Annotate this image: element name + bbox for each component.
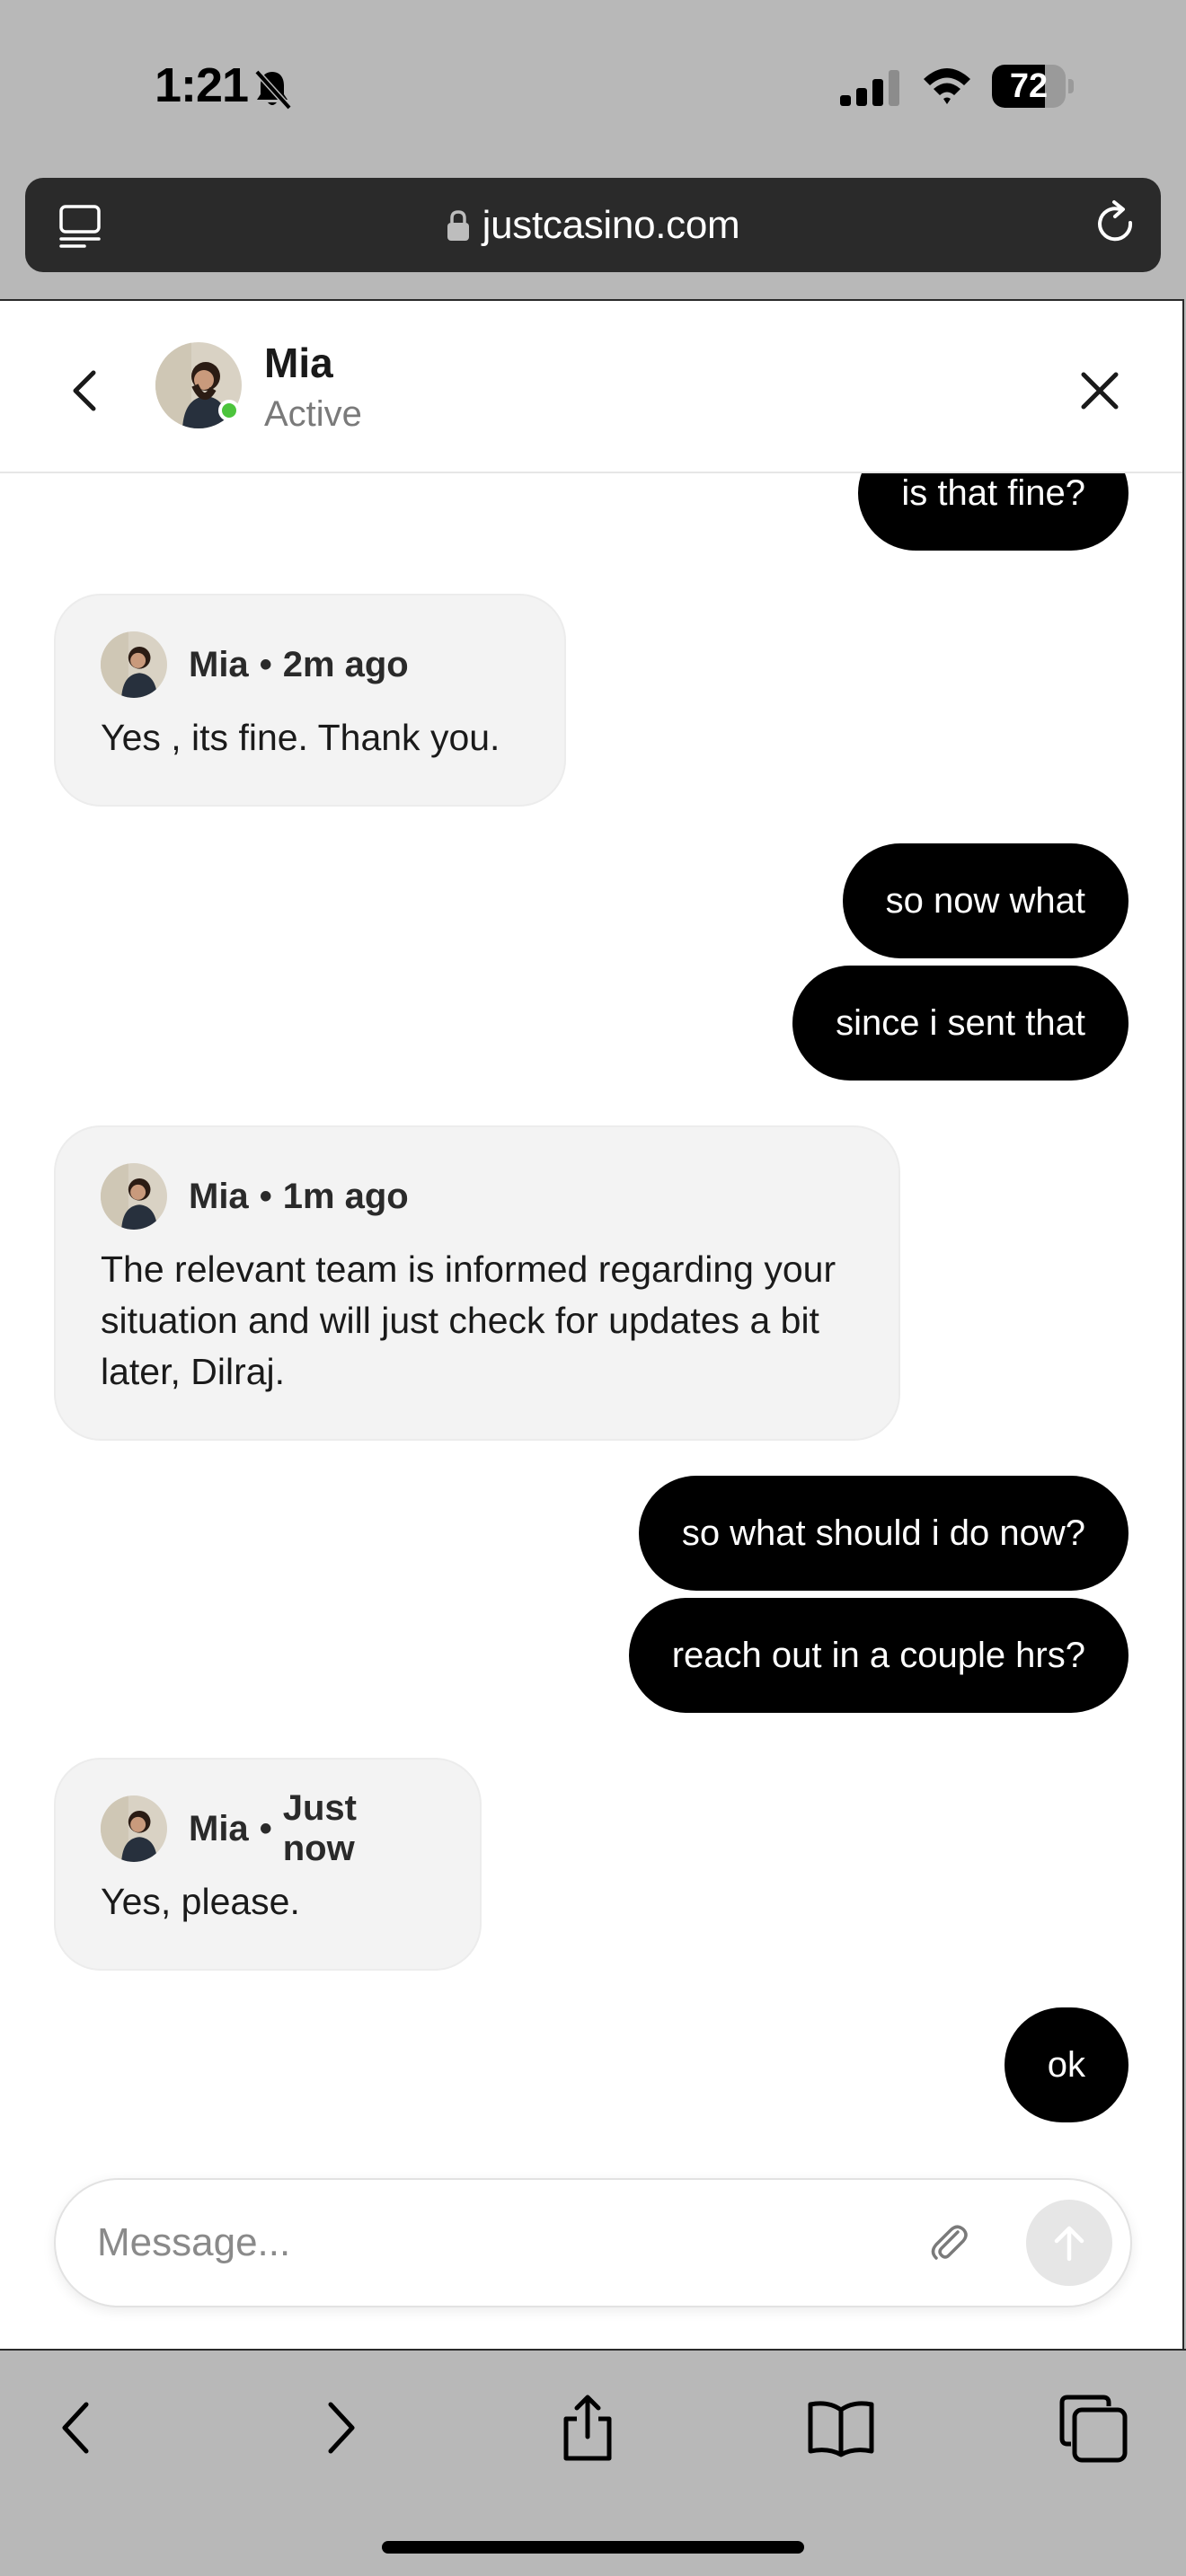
message-text: The relevant team is informed regarding … (101, 1248, 836, 1392)
message-text: ok (1047, 2045, 1085, 2085)
sender-name: Mia (189, 1808, 249, 1848)
outgoing-message: reach out in a couple hrs? (628, 1598, 1128, 1713)
browser-toolbar (0, 2349, 1186, 2576)
back-arrow-icon[interactable] (43, 2392, 115, 2464)
battery-icon: 72 (992, 65, 1066, 108)
message-meta: Mia • Just now (101, 1788, 435, 1868)
status-time: 1:21 (155, 58, 249, 112)
message-composer (54, 2178, 1132, 2307)
battery-indicator: 72 (992, 65, 1074, 108)
agent-name: Mia (264, 340, 333, 386)
close-icon[interactable] (1076, 367, 1123, 414)
tabs-overview-icon[interactable] (1058, 2392, 1130, 2464)
message-meta: Mia • 2m ago (101, 631, 519, 698)
message-time: Just now (282, 1788, 357, 1868)
meta-separator: • (259, 644, 272, 684)
online-status-dot (218, 400, 240, 421)
outgoing-message: ok (1004, 2007, 1128, 2122)
outgoing-message: so now what (842, 843, 1128, 958)
message-meta: Mia • 1m ago (101, 1163, 854, 1230)
message-time: 1m ago (282, 1176, 409, 1216)
send-button[interactable] (1026, 2200, 1112, 2286)
arrow-up-icon (1054, 2226, 1084, 2262)
message-text: Yes , its fine. Thank you. (101, 717, 500, 758)
url-text: justcasino.com (482, 202, 740, 247)
meta-separator: • (259, 1808, 272, 1848)
message-time: 2m ago (282, 644, 409, 684)
bell-slash-icon (254, 69, 292, 110)
outgoing-message: so what should i do now? (638, 1476, 1128, 1591)
status-bar: 1:21 72 (0, 0, 1186, 171)
reload-icon[interactable] (1093, 199, 1139, 250)
lock-icon (447, 209, 469, 241)
message-text: Yes, please. (101, 1881, 300, 1922)
chat-header: Mia Active (0, 301, 1182, 473)
share-icon[interactable] (552, 2392, 624, 2464)
back-chevron-icon[interactable] (65, 366, 104, 416)
agent-avatar-small (101, 631, 167, 698)
agent-avatar-small (101, 1163, 167, 1230)
signal-icon (840, 70, 899, 106)
forward-arrow-icon[interactable] (302, 2392, 374, 2464)
message-text: is that fine? (901, 473, 1085, 513)
chat-panel: Mia Active is that fine? Mia • 2m ago Ye… (0, 299, 1184, 2349)
address-bar[interactable]: justcasino.com (25, 178, 1161, 272)
outgoing-message: since i sent that (792, 966, 1128, 1081)
incoming-message: Mia • 1m ago The relevant team is inform… (54, 1125, 900, 1441)
paperclip-icon[interactable] (925, 2219, 970, 2264)
meta-separator: • (259, 1176, 272, 1216)
sender-name: Mia (189, 1176, 249, 1216)
battery-level-text: 72 (1009, 67, 1049, 105)
agent-status: Active (264, 394, 362, 434)
message-text: so now what (885, 881, 1085, 921)
message-text: since i sent that (836, 1003, 1085, 1043)
message-text: reach out in a couple hrs? (671, 1636, 1085, 1675)
agent-avatar-small (101, 1795, 167, 1862)
battery-tip (1068, 79, 1074, 93)
home-indicator (382, 2541, 804, 2554)
wifi-icon (924, 68, 970, 104)
incoming-message: Mia • 2m ago Yes , its fine. Thank you. (54, 594, 566, 807)
message-input[interactable] (97, 2180, 906, 2306)
message-text: so what should i do now? (681, 1513, 1085, 1553)
incoming-message: Mia • Just now Yes, please. (54, 1758, 482, 1971)
url-display[interactable]: justcasino.com (25, 178, 1161, 272)
bookmarks-icon[interactable] (805, 2392, 877, 2464)
sender-name: Mia (189, 644, 249, 684)
